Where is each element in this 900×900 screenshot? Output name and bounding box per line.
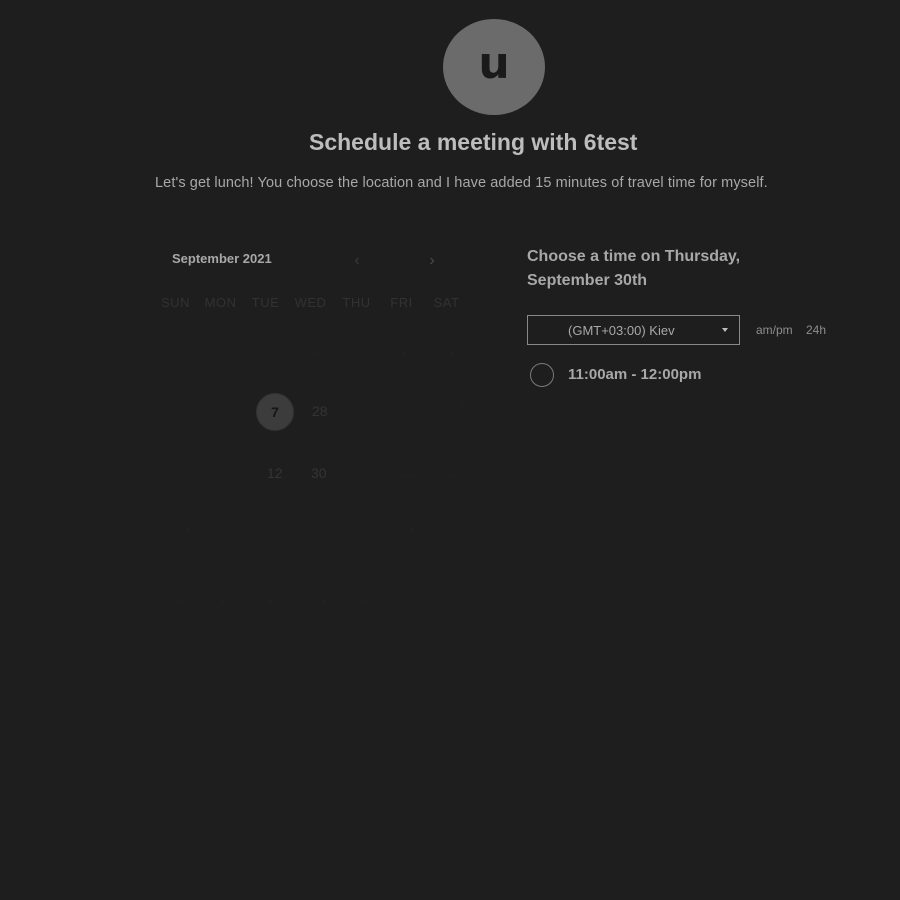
calendar-day: 30 (311, 465, 327, 481)
calendar-faint-mark: - (361, 596, 364, 606)
calendar-day: 12 (267, 465, 283, 481)
radio-button[interactable] (530, 363, 554, 387)
calendar-faint-mark: - (451, 348, 454, 358)
timezone-select[interactable]: (GMT+03:00) Kiev (527, 315, 740, 345)
caret-down-icon (722, 328, 728, 332)
calendar-month-label: September 2021 (172, 251, 272, 266)
calendar-faint-mark: - (452, 470, 455, 480)
calendar-day: 28 (312, 403, 328, 419)
calendar-faint-mark: - (410, 524, 413, 534)
weekday-sun: SUN (161, 295, 190, 310)
calendar-faint-mark: - (323, 596, 326, 606)
weekday-thu: THU (342, 295, 371, 310)
weekday-tue: TUE (251, 295, 280, 310)
format-24h-toggle[interactable]: 24h (806, 323, 826, 337)
time-slot-label: 11:00am - 12:00pm (568, 366, 702, 383)
page-title: Schedule a meeting with 6test (309, 129, 638, 155)
calendar-weekday-header: SUN MON TUE WED THU FRI SAT (156, 295, 468, 311)
weekday-mon: MON (204, 295, 237, 310)
selected-date-title: Choose a time on Thursday, September 30t… (527, 248, 741, 289)
calendar-faint-mark: - (462, 400, 465, 410)
scheduling-page: u Schedule a meeting with 6test Let's ge… (0, 0, 900, 900)
chevron-left-icon[interactable]: ‹ (349, 252, 365, 270)
calendar-faint-mark: - (269, 596, 272, 606)
calendar-day-available[interactable]: 7 (256, 393, 294, 431)
calendar-faint-mark: - (177, 596, 180, 606)
weekday-sat: SAT (433, 295, 460, 310)
calendar-faint-mark: - (222, 596, 225, 606)
chevron-right-icon[interactable]: › (424, 252, 440, 270)
avatar-initial: u (478, 38, 510, 89)
weekday-wed: WED (294, 295, 327, 310)
time-slot-option[interactable]: 11:00am - 12:00pm (530, 363, 730, 387)
calendar-faint-mark: - (316, 348, 319, 358)
calendar-faint-mark: - (187, 524, 190, 534)
weekday-fri: FRI (390, 295, 413, 310)
calendar-faint-mark: - (402, 348, 405, 358)
calendar-faint-mark: - - (404, 470, 413, 480)
host-avatar: u (443, 19, 545, 115)
meeting-description: Let's get lunch! You choose the location… (155, 175, 768, 191)
timezone-value: (GMT+03:00) Kiev (568, 323, 675, 338)
format-ampm-toggle[interactable]: am/pm (756, 323, 793, 337)
